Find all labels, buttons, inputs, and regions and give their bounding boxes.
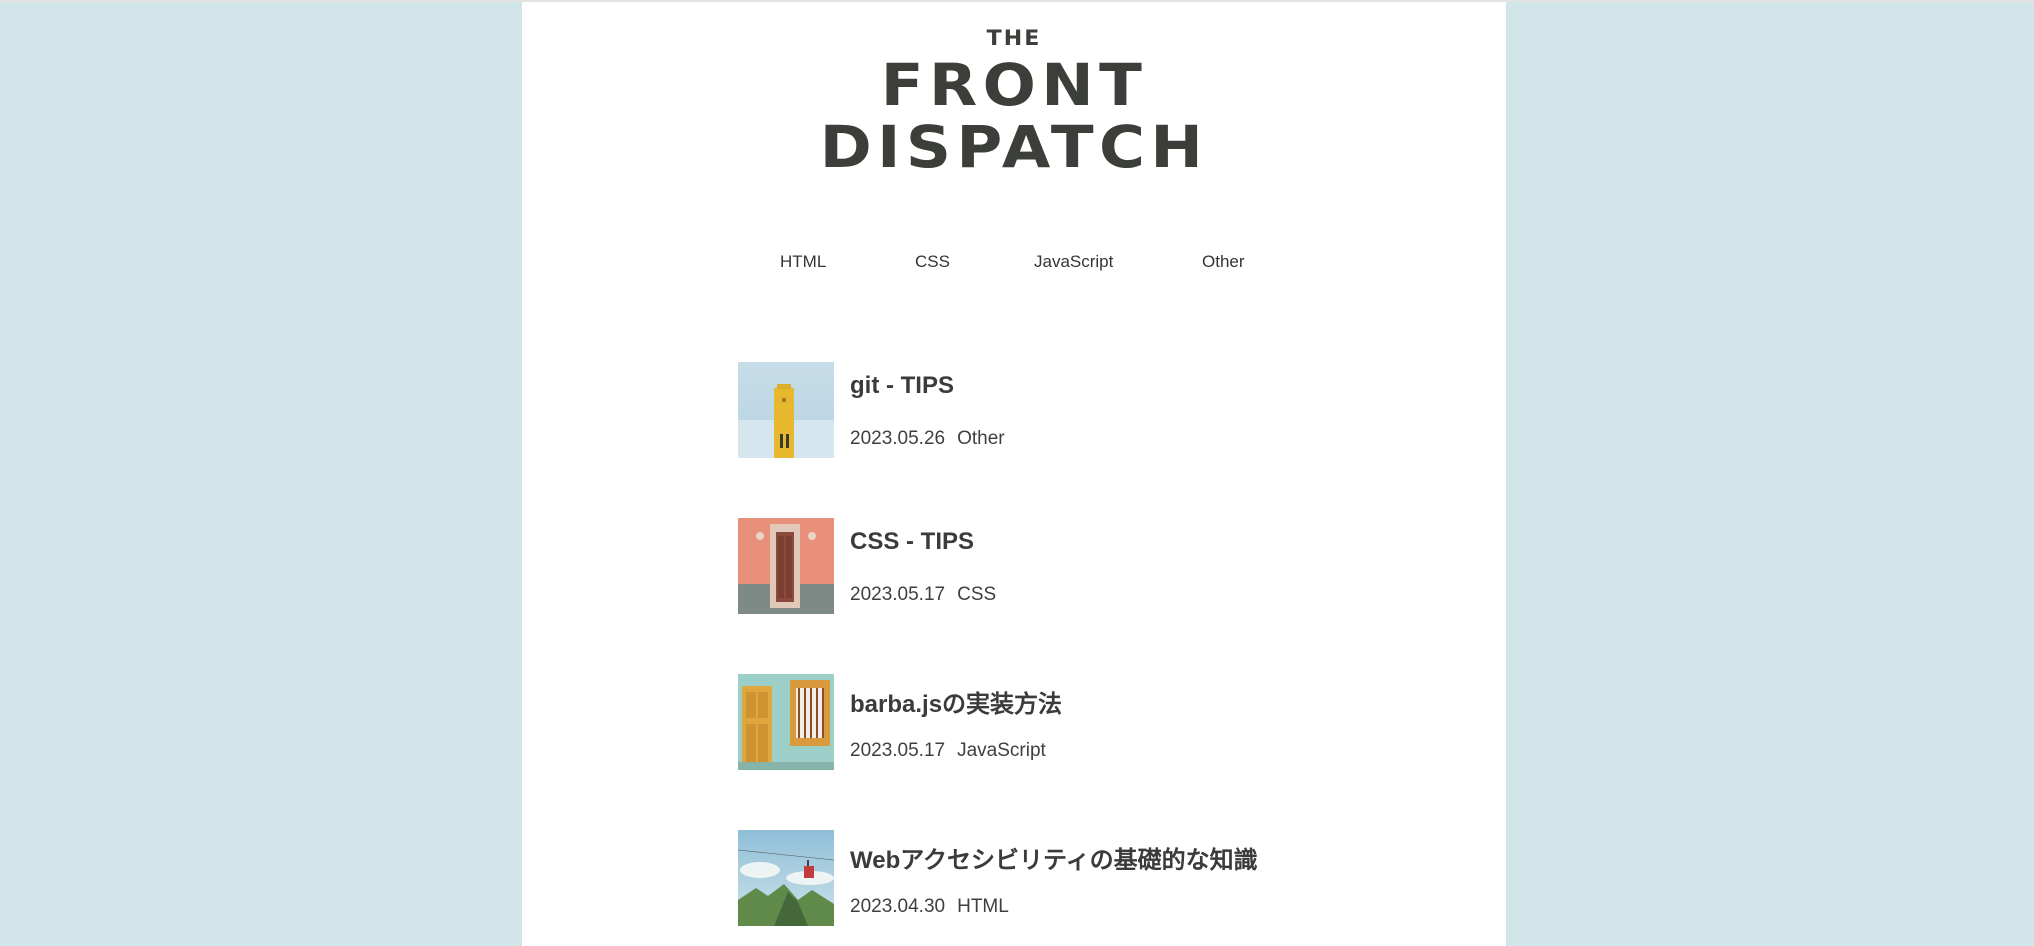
teal-wall-door-image xyxy=(738,674,834,770)
post-date: 2023.05.17 xyxy=(850,740,946,761)
post-thumbnail[interactable] xyxy=(738,518,834,614)
post-item[interactable]: barba.jsの実装方法 2023.05.17 JavaScript xyxy=(738,674,1298,770)
post-title[interactable]: git - TIPS xyxy=(850,372,954,400)
logo-dispatch: DISPATCH xyxy=(819,113,1209,181)
post-title[interactable]: Webアクセシビリティの基礎的な知識 xyxy=(850,840,1258,875)
post-category[interactable]: Other xyxy=(957,428,1005,449)
post-date: 2023.05.17 xyxy=(850,584,946,605)
post-category[interactable]: JavaScript xyxy=(957,740,1046,761)
post-date: 2023.05.26 xyxy=(850,428,946,449)
category-nav: HTML CSS JavaScript Other xyxy=(522,252,1506,272)
post-meta: 2023.05.26 Other xyxy=(850,428,1005,450)
nav-item-html[interactable]: HTML xyxy=(780,252,826,272)
mountain-gondola-image xyxy=(738,830,834,926)
post-thumbnail[interactable] xyxy=(738,674,834,770)
post-item[interactable]: git - TIPS 2023.05.26 Other xyxy=(738,362,1298,458)
nav-item-other[interactable]: Other xyxy=(1202,252,1245,272)
pink-door-image xyxy=(738,518,834,614)
post-item[interactable]: Webアクセシビリティの基礎的な知識 2023.04.30 HTML xyxy=(738,830,1298,926)
post-meta: 2023.05.17 JavaScript xyxy=(850,740,1046,762)
post-meta: 2023.05.17 CSS xyxy=(850,584,996,606)
post-category[interactable]: HTML xyxy=(957,896,1009,917)
page-container: THE FRONT DISPATCH HTML CSS JavaScript O… xyxy=(522,2,1506,946)
post-thumbnail[interactable] xyxy=(738,362,834,458)
post-title[interactable]: barba.jsの実装方法 xyxy=(850,684,1062,719)
nav-item-css[interactable]: CSS xyxy=(915,252,950,272)
yellow-tower-image xyxy=(738,362,834,458)
post-category[interactable]: CSS xyxy=(957,584,996,605)
post-item[interactable]: CSS - TIPS 2023.05.17 CSS xyxy=(738,518,1298,614)
post-title[interactable]: CSS - TIPS xyxy=(850,528,974,556)
post-thumbnail[interactable] xyxy=(738,830,834,926)
nav-item-javascript[interactable]: JavaScript xyxy=(1034,252,1113,272)
post-meta: 2023.04.30 HTML xyxy=(850,896,1009,918)
site-logo[interactable]: THE FRONT DISPATCH xyxy=(522,28,1506,180)
logo-front: FRONT xyxy=(880,51,1148,119)
post-date: 2023.04.30 xyxy=(850,896,946,917)
